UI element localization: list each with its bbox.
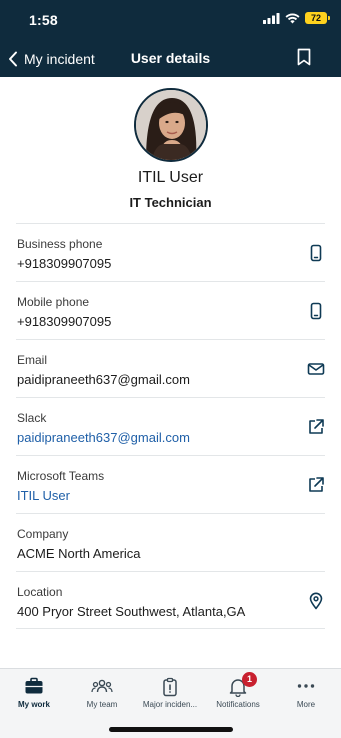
tab-major-incidents[interactable]: Major inciden... — [136, 669, 204, 717]
detail-row-slack: Slack paidipraneeth637@gmail.com — [16, 397, 325, 455]
detail-label: Slack — [17, 411, 47, 425]
phone-icon[interactable] — [307, 302, 325, 320]
home-indicator — [109, 727, 233, 732]
detail-value: 400 Pryor Street Southwest, Atlanta,GA — [17, 604, 246, 619]
briefcase-icon — [25, 677, 43, 694]
tab-label: Major inciden... — [142, 700, 198, 709]
clipboard-alert-icon — [163, 677, 177, 697]
detail-row-business-phone: Business phone +918309907095 — [16, 223, 325, 281]
status-icons: 72 — [263, 12, 330, 24]
detail-label: Mobile phone — [17, 295, 90, 309]
tab-more[interactable]: More — [272, 669, 340, 717]
cellular-signal-icon — [263, 12, 280, 24]
battery-indicator: 72 — [305, 12, 330, 24]
avatar — [134, 88, 208, 162]
detail-value: +918309907095 — [17, 256, 112, 271]
tab-notifications[interactable]: 1 Notifications — [204, 669, 272, 717]
detail-label: Business phone — [17, 237, 103, 251]
teams-link[interactable]: ITIL User — [17, 488, 70, 503]
user-role: IT Technician — [129, 195, 212, 210]
bookmark-icon — [297, 48, 311, 66]
tab-my-team[interactable]: My team — [68, 669, 136, 717]
mail-icon[interactable] — [307, 360, 325, 378]
tab-my-work[interactable]: My work — [0, 669, 68, 717]
detail-label: Location — [17, 585, 63, 599]
status-bar: 1:58 72 — [0, 0, 341, 40]
detail-row-company: Company ACME North America — [16, 513, 325, 571]
external-link-icon[interactable] — [307, 476, 325, 494]
detail-label: Email — [17, 353, 48, 367]
bookmark-button[interactable] — [297, 48, 317, 70]
detail-row-email: Email paidipraneeth637@gmail.com — [16, 339, 325, 397]
bottom-tab-bar: My work My team Major inciden... 1 Notif… — [0, 668, 341, 738]
detail-row-location: Location 400 Pryor Street Southwest, Atl… — [16, 571, 325, 629]
detail-value: ACME North America — [17, 546, 141, 561]
detail-row-mobile-phone: Mobile phone +918309907095 — [16, 281, 325, 339]
detail-label: Company — [17, 527, 69, 541]
page-title: User details — [130, 50, 211, 66]
wifi-icon — [285, 13, 300, 23]
slack-link[interactable]: paidipraneeth637@gmail.com — [17, 430, 190, 445]
phone-icon[interactable] — [307, 244, 325, 262]
status-time: 1:58 — [29, 12, 58, 28]
user-name: ITIL User — [137, 169, 204, 186]
notification-badge: 1 — [242, 672, 257, 687]
user-details-list: Business phone +918309907095 Mobile phon… — [0, 223, 341, 629]
tab-label: My work — [17, 700, 50, 709]
external-link-icon[interactable] — [307, 418, 325, 436]
detail-value: +918309907095 — [17, 314, 112, 329]
location-pin-icon[interactable] — [307, 592, 325, 610]
detail-value: paidipraneeth637@gmail.com — [17, 372, 190, 387]
nav-bar: My incident User details — [0, 40, 341, 77]
app-header: 1:58 72 My incident User details — [0, 0, 341, 77]
tab-label: My team — [86, 700, 118, 709]
detail-row-microsoft-teams: Microsoft Teams ITIL User — [16, 455, 325, 513]
more-dots-icon — [297, 684, 315, 688]
team-icon — [91, 679, 113, 693]
profile-section: ITIL User IT Technician — [0, 77, 341, 223]
profile-photo — [136, 90, 206, 160]
detail-label: Microsoft Teams — [17, 469, 105, 483]
tab-label: More — [296, 700, 316, 709]
tab-label: Notifications — [216, 700, 260, 709]
